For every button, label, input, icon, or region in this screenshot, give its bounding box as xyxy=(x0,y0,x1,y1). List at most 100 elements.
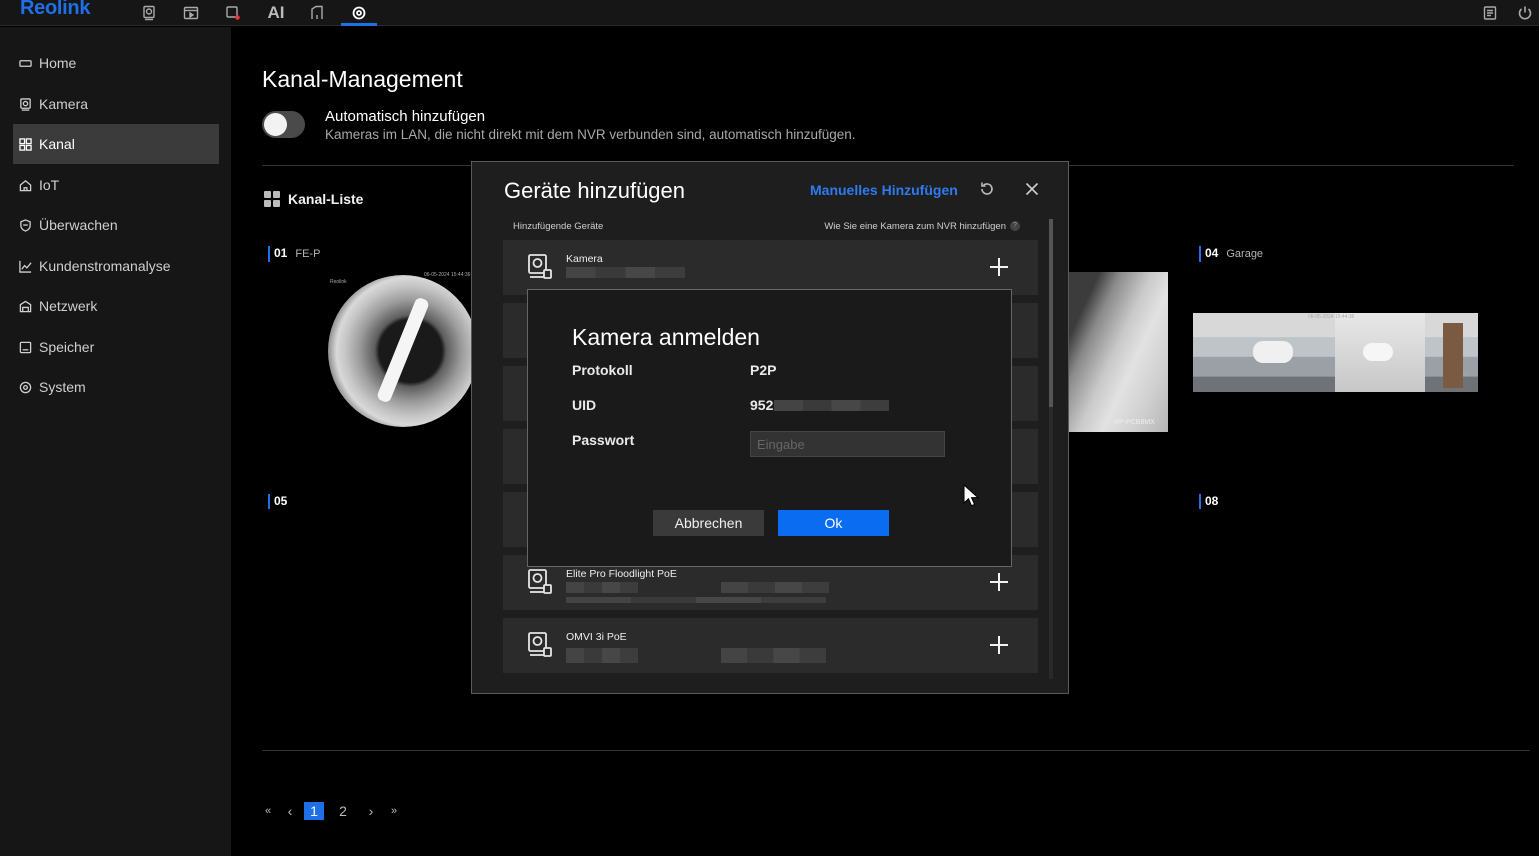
thumbnail-camera-tag: RP-PCB8MX xyxy=(1114,419,1155,426)
network-icon xyxy=(19,300,32,312)
pagination-next[interactable]: › xyxy=(365,802,377,820)
thumbnail-brand: Reolink xyxy=(330,279,347,285)
auto-add-description: Kameras im LAN, die nicht direkt mit dem… xyxy=(325,127,856,142)
mouse-cursor-icon xyxy=(963,484,979,507)
top-bar: Reolink AI xyxy=(0,0,1539,26)
redacted-ip xyxy=(721,582,829,593)
login-title: Kamera anmelden xyxy=(572,324,760,350)
sidebar-item-speicher[interactable]: Speicher xyxy=(13,327,219,367)
password-label: Passwort xyxy=(572,432,635,448)
sidebar: Home Kamera Kanal IoT Überwachen Kundens… xyxy=(0,27,231,856)
devices-header: Hinzufügende Geräte xyxy=(513,221,604,232)
playback-icon[interactable] xyxy=(177,0,205,26)
add-icon[interactable] xyxy=(988,634,1010,656)
sidebar-item-label: Kamera xyxy=(39,96,89,112)
camera-icon[interactable] xyxy=(135,0,163,26)
camera-icon xyxy=(528,632,552,657)
channel-label-08[interactable]: 08 xyxy=(1199,494,1218,509)
reolink-logo: Reolink xyxy=(20,0,91,19)
power-icon[interactable] xyxy=(1511,0,1539,26)
auto-add-title: Automatisch hinzufügen xyxy=(325,108,486,125)
ok-button[interactable]: Ok xyxy=(778,510,889,536)
channel-number: 08 xyxy=(1205,494,1219,508)
device-name: Kamera xyxy=(566,253,603,265)
sidebar-item-kamera[interactable]: Kamera xyxy=(13,84,219,124)
sidebar-item-ueberwachen[interactable]: Überwachen xyxy=(13,205,219,245)
pagination-prev[interactable]: ‹ xyxy=(284,802,296,820)
device-row: OMVI 3i PoE xyxy=(503,618,1038,673)
sidebar-item-netzwerk[interactable]: Netzwerk xyxy=(13,286,219,326)
grid-icon xyxy=(264,191,280,207)
help-link[interactable]: Wie Sie eine Kamera zum NVR hinzufügen? xyxy=(824,221,1020,232)
camera-icon xyxy=(20,97,31,111)
channel-thumbnail-01[interactable] xyxy=(328,275,478,427)
pagination-last[interactable]: » xyxy=(388,802,400,820)
channel-list-title: Kanal-Liste xyxy=(288,191,364,207)
cancel-button[interactable]: Abbrechen xyxy=(653,510,764,536)
channel-number: 04 xyxy=(1205,246,1219,260)
alarm-icon[interactable] xyxy=(219,0,247,26)
chart-icon xyxy=(19,260,32,273)
channel-label-05[interactable]: 05 xyxy=(268,494,287,509)
grid-icon xyxy=(19,137,32,151)
camera-icon xyxy=(528,254,552,279)
camera-icon xyxy=(528,569,552,594)
sidebar-item-label: System xyxy=(39,379,86,395)
sidebar-item-label: Kundenstromanalyse xyxy=(39,258,171,274)
scrollbar[interactable] xyxy=(1049,219,1053,679)
add-icon[interactable] xyxy=(988,256,1010,278)
channel-name: FE-P xyxy=(295,248,321,260)
redacted-info xyxy=(566,597,826,603)
sidebar-item-label: Kanal xyxy=(39,136,75,152)
channel-thumbnail-03[interactable] xyxy=(1068,272,1168,432)
thumbnail-camera-shape xyxy=(1363,343,1393,361)
pagination-first[interactable]: « xyxy=(262,802,274,820)
dialog-title: Geräte hinzufügen xyxy=(504,178,686,203)
add-icon[interactable] xyxy=(988,571,1010,593)
redacted-uid xyxy=(566,582,638,593)
redacted-uid xyxy=(566,267,685,278)
password-field[interactable] xyxy=(750,431,945,457)
notes-icon[interactable] xyxy=(1476,0,1504,26)
protocol-value: P2P xyxy=(750,362,777,378)
thumbnail-door xyxy=(1443,323,1463,388)
camera-login-dialog: Kamera anmelden Protokoll P2P UID 952 Pa… xyxy=(527,289,1012,567)
thumbnail-timestamp: 06-05-2024 15:44:36 xyxy=(424,272,471,278)
sidebar-item-kundenstromanalyse[interactable]: Kundenstromanalyse xyxy=(13,246,219,286)
sidebar-item-iot[interactable]: IoT xyxy=(13,165,219,205)
home-icon xyxy=(19,59,32,67)
channel-label-04[interactable]: 04 Garage xyxy=(1199,246,1263,262)
shield-icon xyxy=(20,218,31,232)
pagination-page-1[interactable]: 1 xyxy=(304,802,324,820)
auto-add-toggle[interactable] xyxy=(262,111,305,138)
settings-icon[interactable] xyxy=(341,0,377,26)
ai-label: AI xyxy=(267,3,285,22)
uid-value: 952 xyxy=(750,397,774,413)
ai-icon[interactable]: AI xyxy=(262,0,290,26)
page-title: Kanal-Management xyxy=(262,66,463,92)
device-row: Kamera xyxy=(503,240,1038,295)
help-icon: ? xyxy=(1010,221,1020,232)
sidebar-item-kanal[interactable]: Kanal xyxy=(13,124,219,164)
uid-label: UID xyxy=(572,397,597,413)
channel-number: 01 xyxy=(274,246,288,260)
thumbnail-timestamp: 06-05-2024 15:44:36 xyxy=(1308,314,1355,320)
help-link-text: Wie Sie eine Kamera zum NVR hinzufügen xyxy=(824,221,1006,232)
thumbnail-camera-shape xyxy=(1253,341,1293,363)
divider xyxy=(262,750,1530,751)
refresh-icon[interactable] xyxy=(978,180,996,198)
manual-add-link[interactable]: Manuelles Hinzufügen xyxy=(810,182,958,198)
sidebar-item-label: Überwachen xyxy=(39,217,118,233)
sidebar-item-home[interactable]: Home xyxy=(13,43,219,83)
sidebar-item-label: Netzwerk xyxy=(39,298,98,314)
pagination-page-2[interactable]: 2 xyxy=(334,802,352,820)
redacted-ip xyxy=(721,648,826,663)
sidebar-item-label: IoT xyxy=(39,177,60,193)
close-icon[interactable] xyxy=(1023,180,1041,198)
sidebar-item-system[interactable]: System xyxy=(13,367,219,407)
channel-thumbnail-04[interactable] xyxy=(1193,313,1478,392)
channel-number: 05 xyxy=(274,494,288,508)
channel-label-01[interactable]: 01 FE-P xyxy=(268,246,320,262)
tag-icon[interactable] xyxy=(303,0,331,26)
channel-name: Garage xyxy=(1226,248,1264,260)
